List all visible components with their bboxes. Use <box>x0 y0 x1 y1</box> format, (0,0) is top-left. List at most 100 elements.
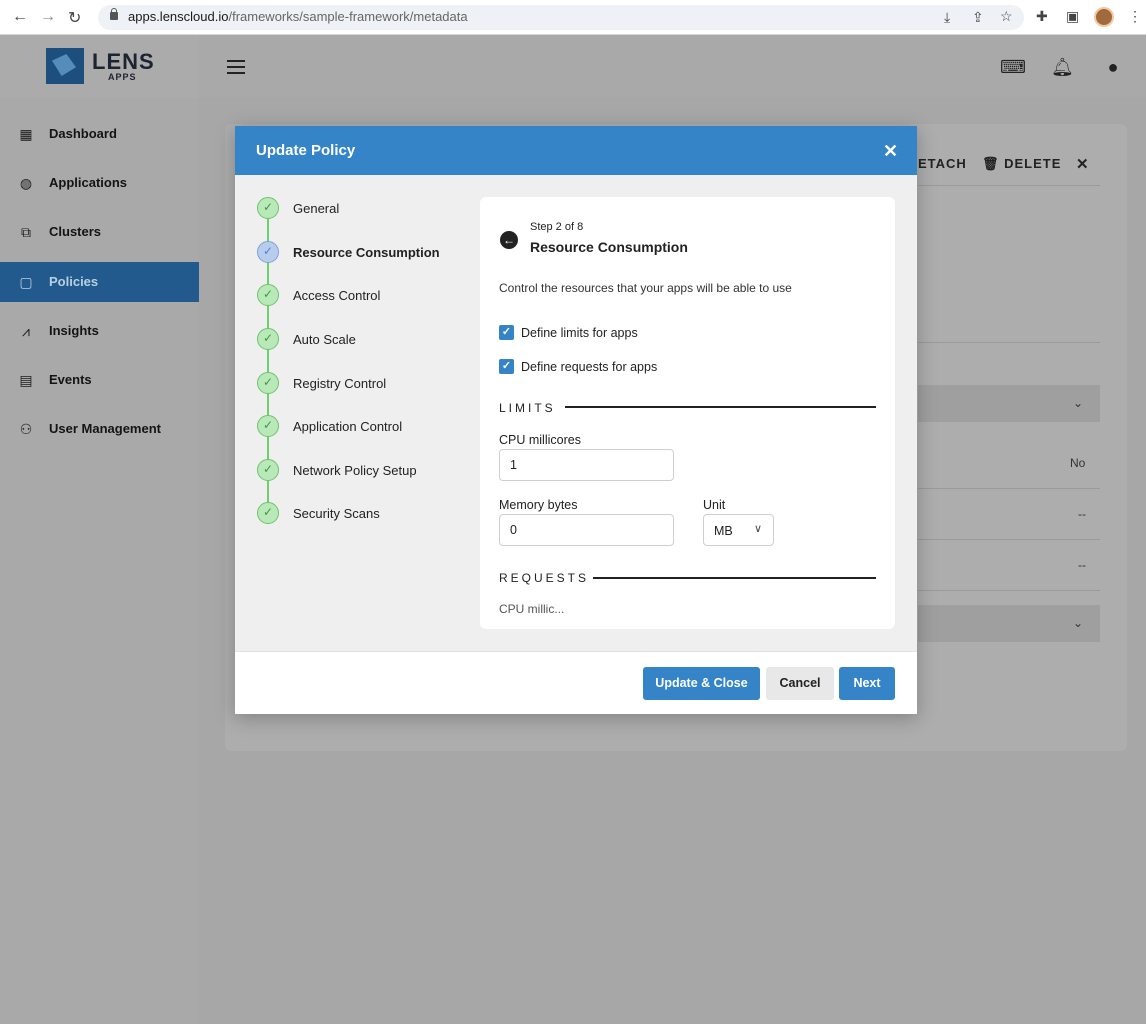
check-icon: ✓ <box>257 459 279 481</box>
profile-avatar[interactable] <box>1094 7 1114 27</box>
unit-select-value: MB <box>714 524 733 538</box>
sidebar-item-events[interactable]: ▤ Events <box>0 360 199 400</box>
row-value: -- <box>1078 558 1086 572</box>
close-icon[interactable]: ✕ <box>883 142 898 160</box>
row-value: -- <box>1078 507 1086 521</box>
sidebar-item-applications[interactable]: ◍ Applications <box>0 163 199 203</box>
step-label: Application Control <box>293 419 403 434</box>
logo[interactable]: LENS APPS <box>0 35 199 98</box>
keyboard-icon[interactable]: ⌨ <box>1000 56 1026 78</box>
dialog-header: Update Policy ✕ <box>235 126 917 175</box>
reload-icon[interactable]: ↻ <box>68 8 81 28</box>
browser-menu-icon[interactable]: ⋮ <box>1128 8 1142 25</box>
checkbox-checked-icon[interactable]: ✓ <box>499 325 514 340</box>
divider <box>593 577 876 579</box>
sidebar-item-label: Applications <box>49 175 128 190</box>
step-auto-scale[interactable]: ✓ Auto Scale <box>257 328 487 350</box>
dashboard-icon: ▦ <box>19 126 33 142</box>
logo-subtext: APPS <box>108 72 137 82</box>
requests-section-header: REQUESTS <box>499 571 590 585</box>
sidebar-item-label: Policies <box>49 274 99 289</box>
menu-icon[interactable] <box>227 60 245 74</box>
clusters-icon: ⧉ <box>21 224 31 240</box>
sidebar: ▦ Dashboard ◍ Applications ⧉ Clusters ▢ … <box>0 98 199 1024</box>
sidebar-item-dashboard[interactable]: ▦ Dashboard <box>0 114 199 154</box>
accordion-header[interactable]: ⌄ <box>918 385 1100 422</box>
back-arrow-icon[interactable]: ← <box>500 231 518 249</box>
browser-toolbar: ← → ↻ apps.lenscloud.io/frameworks/sampl… <box>0 0 1146 35</box>
divider <box>918 590 1100 591</box>
address-bar[interactable]: apps.lenscloud.io/frameworks/sample-fram… <box>98 5 1024 30</box>
accordion-header[interactable]: ⌄ <box>918 605 1100 642</box>
step-label: Registry Control <box>293 376 387 391</box>
check-icon: ✓ <box>257 415 279 437</box>
panel-description: Control the resources that your apps wil… <box>499 281 792 295</box>
step-security-scans[interactable]: ✓ Security Scans <box>257 502 487 524</box>
sidebar-item-policies[interactable]: ▢ Policies <box>0 262 199 302</box>
step-general[interactable]: ✓ General <box>257 197 487 219</box>
step-registry-control[interactable]: ✓ Registry Control <box>257 372 487 394</box>
extensions-icon[interactable]: ✚ <box>1036 8 1048 25</box>
cpu-field-label: CPU millicores <box>499 433 581 447</box>
step-label: Security Scans <box>293 506 380 521</box>
sidebar-item-clusters[interactable]: ⧉ Clusters <box>0 212 199 252</box>
url-text: apps.lenscloud.io/frameworks/sample-fram… <box>128 9 468 24</box>
divider <box>918 488 1100 489</box>
update-policy-dialog: Update Policy ✕ ✓ General ✓ Resource Con… <box>235 126 917 714</box>
chevron-down-icon: ⌄ <box>1073 616 1084 630</box>
step-network-policy-setup[interactable]: ✓ Network Policy Setup <box>257 459 487 481</box>
chevron-down-icon: ⌄ <box>1073 396 1084 410</box>
memory-bytes-input[interactable] <box>499 514 674 546</box>
back-arrow-icon[interactable]: ← <box>12 8 28 26</box>
panel-title: Resource Consumption <box>530 239 688 255</box>
step-resource-consumption[interactable]: ✓ Resource Consumption <box>257 241 487 263</box>
limits-section-header: LIMITS <box>499 401 556 415</box>
step-label: Resource Consumption <box>293 245 440 260</box>
events-icon: ▤ <box>19 372 33 388</box>
forward-arrow-icon[interactable]: → <box>40 8 56 26</box>
row-value: No <box>1070 456 1086 470</box>
sidebar-item-insights[interactable]: ⩘ Insights <box>0 311 199 351</box>
share-icon[interactable]: ⇪ <box>972 9 984 26</box>
divider <box>918 342 1100 343</box>
checkbox-checked-icon[interactable]: ✓ <box>499 359 514 374</box>
next-button[interactable]: Next <box>839 667 895 700</box>
unit-select[interactable]: MB ∨ <box>703 514 774 546</box>
dialog-footer: Update & Close Cancel Next <box>235 651 917 714</box>
insights-icon: ⩘ <box>22 323 30 339</box>
policies-icon: ▢ <box>19 274 33 290</box>
step-label: Access Control <box>293 288 381 303</box>
step-label: General <box>293 201 340 216</box>
checkbox-label: Define limits for apps <box>521 326 638 340</box>
users-icon: ⚇ <box>19 421 33 437</box>
check-icon: ✓ <box>257 197 279 219</box>
sidebar-item-label: Events <box>49 372 92 387</box>
dialog-title: Update Policy <box>256 142 356 159</box>
chevron-down-icon: ∨ <box>754 523 763 535</box>
bell-icon[interactable]: 🔔︎ <box>1051 56 1074 78</box>
cpu-millicores-input[interactable] <box>499 449 674 481</box>
cpu-field-label-cutoff: CPU millic... <box>499 602 565 616</box>
divider <box>918 185 1100 186</box>
side-panel-icon[interactable]: ▣ <box>1066 8 1079 25</box>
step-application-control[interactable]: ✓ Application Control <box>257 415 487 437</box>
unit-field-label: Unit <box>703 498 726 512</box>
detach-button[interactable]: ETACH <box>918 156 967 171</box>
check-icon: ✓ <box>257 372 279 394</box>
sidebar-item-label: Insights <box>49 323 99 338</box>
install-icon[interactable]: ⤓ <box>944 9 950 26</box>
close-icon[interactable]: ✕ <box>1076 155 1090 173</box>
lock-icon <box>110 8 118 20</box>
check-icon: ✓ <box>257 241 279 263</box>
bookmark-star-icon[interactable]: ☆ <box>1000 8 1013 25</box>
cancel-button[interactable]: Cancel <box>766 667 834 700</box>
memory-field-label: Memory bytes <box>499 498 578 512</box>
account-icon[interactable]: ● <box>1102 56 1124 78</box>
step-counter: Step 2 of 8 <box>530 221 584 233</box>
update-close-button[interactable]: Update & Close <box>643 667 760 700</box>
applications-icon: ◍ <box>19 175 33 191</box>
divider <box>918 539 1100 540</box>
step-access-control[interactable]: ✓ Access Control <box>257 284 487 306</box>
delete-button[interactable]: 🗑︎ DELETE <box>982 156 1061 172</box>
sidebar-item-user-management[interactable]: ⚇ User Management <box>0 409 199 449</box>
